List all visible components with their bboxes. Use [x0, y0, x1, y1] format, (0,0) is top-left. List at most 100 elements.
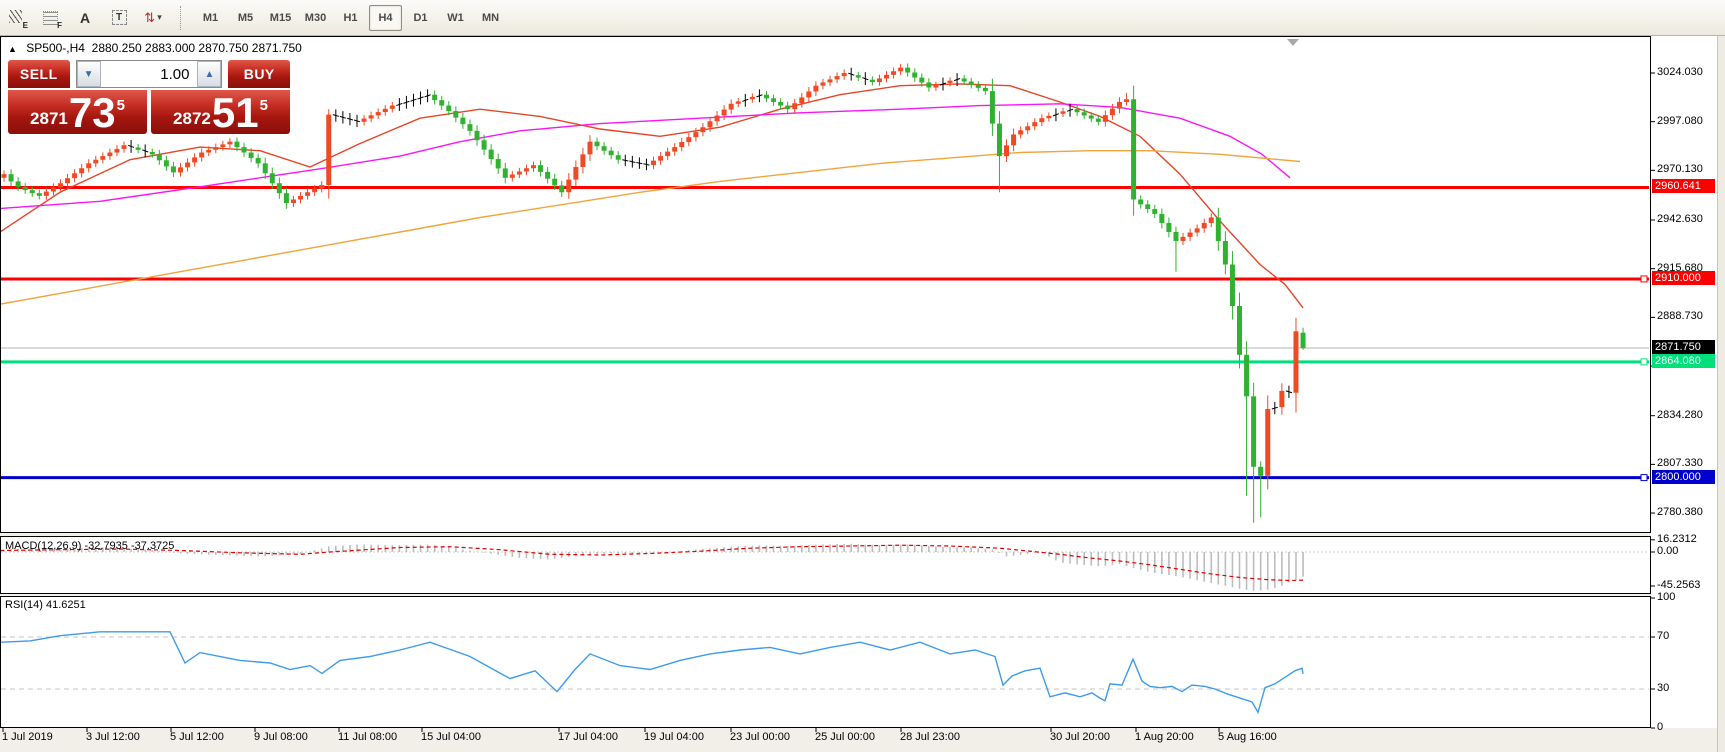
- timeframe-group: M1M5M15M30H1H4D1W1MN: [193, 5, 508, 31]
- candle-body: [722, 110, 727, 116]
- candle-body: [199, 153, 204, 158]
- volume-input[interactable]: 1.00: [101, 61, 198, 87]
- candle-body: [114, 149, 119, 153]
- sell-price-handle: 2871: [30, 109, 68, 129]
- candle-body: [100, 156, 105, 160]
- candle-body: [736, 101, 741, 103]
- candle-body: [898, 68, 903, 72]
- time-axis-label: 17 Jul 04:00: [558, 731, 618, 743]
- candle-body: [390, 106, 395, 109]
- toolbar-separator: [180, 6, 187, 30]
- rsi-axis-tick: 30: [1657, 682, 1669, 694]
- candle-body: [976, 85, 981, 88]
- candle-body: [284, 193, 289, 203]
- timeframe-m15[interactable]: M15: [264, 5, 297, 31]
- candle-body: [93, 160, 98, 164]
- candle-body: [234, 142, 239, 147]
- timeframe-m1[interactable]: M1: [194, 5, 227, 31]
- collapse-triangle-icon[interactable]: ▲: [8, 44, 17, 54]
- price-axis-tick: 2888.730: [1657, 310, 1703, 322]
- candle-body: [806, 91, 811, 97]
- candle-body: [672, 147, 677, 152]
- time-axis-label: 3 Jul 12:00: [86, 731, 140, 743]
- timeframe-d1[interactable]: D1: [404, 5, 437, 31]
- candle-body: [1293, 331, 1298, 392]
- candle-body: [905, 68, 910, 73]
- candle-body: [595, 142, 600, 147]
- candle-body: [475, 131, 480, 140]
- candle-body: [467, 124, 472, 131]
- time-axis-label: 11 Jul 08:00: [338, 731, 397, 743]
- candle-body: [517, 171, 522, 174]
- macd-axis-tick: 16.2312: [1657, 533, 1697, 545]
- chart-canvas: [0, 36, 1717, 752]
- candle-body: [171, 166, 176, 172]
- time-axis-label: 30 Jul 20:00: [1050, 731, 1110, 743]
- candle-body: [799, 97, 804, 103]
- candle-body: [1039, 118, 1044, 122]
- candle-body: [192, 157, 197, 162]
- candle-body: [2, 174, 7, 178]
- candle-body: [44, 192, 49, 196]
- candle-body: [65, 178, 70, 183]
- candle-body: [263, 163, 268, 173]
- time-axis-label: 9 Jul 08:00: [254, 731, 308, 743]
- candle-body: [249, 153, 254, 158]
- candle-body: [369, 115, 374, 118]
- candle-body: [602, 146, 607, 151]
- cycle-arrows-icon: ⇅: [144, 10, 155, 26]
- buy-price-display[interactable]: 2872 51 5: [151, 90, 290, 134]
- timeframe-h1[interactable]: H1: [334, 5, 367, 31]
- timeframe-mn[interactable]: MN: [474, 5, 507, 31]
- timeframe-m30[interactable]: M30: [299, 5, 332, 31]
- candle-body: [150, 152, 155, 154]
- candle-body: [446, 106, 451, 111]
- candle-body: [870, 80, 875, 82]
- candle-body: [1202, 223, 1207, 228]
- candle-body: [580, 154, 585, 167]
- candle-body: [270, 173, 275, 183]
- line-anchor-handle: [1641, 359, 1647, 365]
- candle-body: [277, 183, 282, 193]
- candle-body: [997, 124, 1002, 157]
- chart-shift-marker[interactable]: [1287, 39, 1299, 46]
- cycle-arrows-button[interactable]: ⇅ ▾: [137, 4, 169, 32]
- candle-body: [856, 75, 861, 77]
- vertical-scrollbar[interactable]: [1717, 36, 1725, 752]
- buy-price-fraction: 5: [260, 97, 268, 114]
- candle-body: [312, 189, 317, 193]
- buy-button[interactable]: BUY: [228, 60, 290, 88]
- candle-body: [1145, 204, 1150, 209]
- macd-axis-tick: -45.2563: [1657, 579, 1700, 591]
- candle-body: [1004, 145, 1009, 156]
- candle-body: [538, 165, 543, 172]
- time-axis-label: 1 Jul 2019: [2, 731, 53, 743]
- sell-price-display[interactable]: 2871 73 5: [8, 90, 147, 134]
- line-anchor-handle: [1641, 276, 1647, 282]
- candle-body: [23, 187, 28, 190]
- timeframe-h4[interactable]: H4: [369, 5, 402, 31]
- candle-body: [362, 119, 367, 122]
- candle-body: [919, 78, 924, 83]
- timeframe-m5[interactable]: M5: [229, 5, 262, 31]
- candle-body: [1117, 102, 1122, 109]
- volume-decrease-button[interactable]: ▼: [77, 61, 101, 87]
- sell-price-fraction: 5: [117, 97, 125, 114]
- chevron-up-icon: ▲: [205, 69, 215, 80]
- doji-tick: [636, 162, 642, 163]
- candle-body: [383, 109, 388, 112]
- timeframe-w1[interactable]: W1: [439, 5, 472, 31]
- candle-body: [1166, 223, 1171, 232]
- text-tool-icon: A: [80, 10, 90, 26]
- macd-label: MACD(12,26,9) -32.7935 -37.3725: [5, 540, 174, 552]
- sell-button[interactable]: SELL: [8, 60, 70, 88]
- candle-body: [792, 103, 797, 109]
- text-label-tool-button[interactable]: T: [103, 4, 135, 32]
- objects-list-button[interactable]: E: [1, 4, 33, 32]
- text-tool-button[interactable]: A: [69, 4, 101, 32]
- fibonacci-tool-button[interactable]: F: [35, 4, 67, 32]
- ohlc-values: 2880.250 2883.000 2870.750 2871.750: [92, 41, 302, 55]
- volume-increase-button[interactable]: ▲: [197, 61, 221, 87]
- candle-body: [256, 158, 261, 163]
- candle-body: [460, 118, 465, 125]
